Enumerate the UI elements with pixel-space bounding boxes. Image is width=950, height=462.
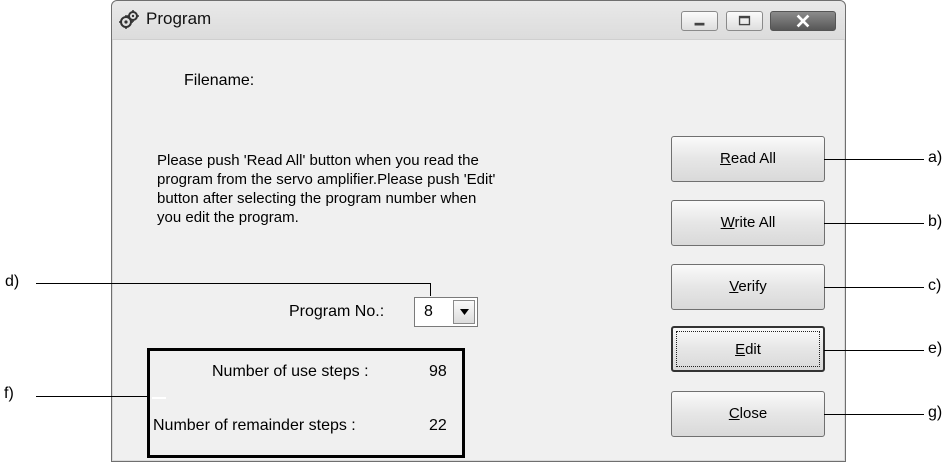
minimize-icon (694, 22, 705, 26)
steps-divider (152, 397, 166, 399)
chevron-down-icon (460, 309, 469, 315)
maximize-button[interactable] (726, 11, 763, 31)
close-button[interactable]: Close (671, 391, 825, 437)
callout-line-e (824, 350, 924, 351)
callout-label-c: c) (928, 277, 942, 294)
focus-ring (676, 331, 820, 367)
maximize-icon (738, 15, 751, 26)
minimize-button[interactable] (681, 11, 718, 31)
instruction-line: Please push 'Read All' button when you r… (157, 152, 479, 169)
callout-label-d: d) (5, 273, 20, 290)
verify-button[interactable]: Verify (671, 264, 825, 310)
callout-label-f: f) (4, 385, 14, 402)
callout-label-g: g) (928, 404, 943, 421)
callout-line-c (824, 287, 924, 288)
dropdown-button[interactable] (453, 300, 475, 324)
close-icon (796, 14, 810, 28)
write-all-button[interactable]: Write All (671, 200, 825, 246)
read-all-button[interactable]: Read All (671, 136, 825, 182)
steps-box: Number of use steps : 98 Number of remai… (147, 348, 465, 458)
instruction-line: button after selecting the program numbe… (157, 190, 477, 207)
remainder-steps-value: 22 (429, 417, 447, 434)
program-no-select[interactable]: 8 (414, 297, 478, 327)
callout-line-d-vertical (430, 283, 431, 296)
callout-line-a (824, 159, 924, 160)
filename-label: Filename: (184, 72, 255, 89)
callout-label-b: b) (928, 213, 943, 230)
callout-label-a: a) (928, 149, 943, 166)
instruction-line: program from the servo amplifier.Please … (157, 171, 496, 188)
window-title: Program (146, 9, 212, 28)
use-steps-value: 98 (429, 363, 447, 380)
program-window: Program Filename: Please push 'Read All'… (111, 0, 846, 462)
callout-line-d (36, 283, 431, 284)
close-window-button[interactable] (770, 11, 836, 31)
instructions-text: Please push 'Read All' button when you r… (157, 151, 602, 227)
program-no-value: 8 (424, 303, 433, 320)
title-bar[interactable]: Program (112, 1, 845, 40)
program-no-label: Program No.: (289, 303, 385, 320)
remainder-steps-label: Number of remainder steps : (153, 417, 356, 434)
callout-line-f (36, 396, 147, 397)
edit-button[interactable]: Edit (671, 326, 825, 372)
callout-line-g (824, 414, 924, 415)
use-steps-label: Number of use steps : (212, 363, 369, 380)
callout-label-e: e) (928, 340, 943, 357)
callout-line-b (824, 223, 924, 224)
gears-icon (119, 10, 139, 29)
instruction-line: you edit the program. (157, 209, 299, 226)
